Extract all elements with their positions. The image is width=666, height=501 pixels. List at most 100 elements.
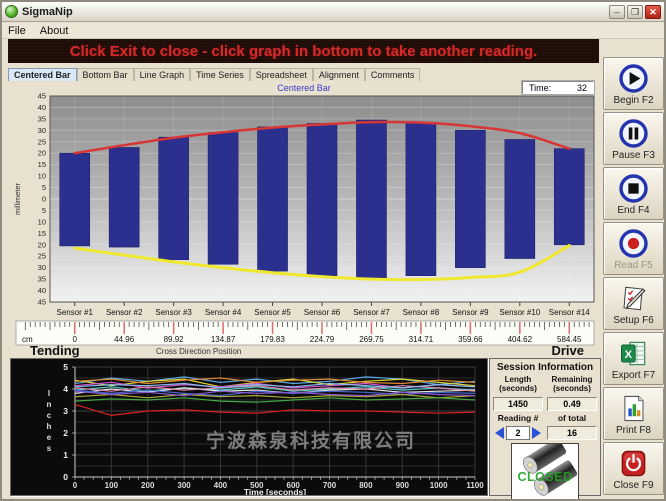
play-icon [618, 61, 649, 95]
drive-side-label: Drive [551, 343, 584, 358]
restore-button-icon[interactable]: ❐ [627, 5, 643, 19]
export-button-label: Export F7 [612, 370, 655, 381]
tab-bottom-bar[interactable]: Bottom Bar [77, 68, 134, 81]
sidebar: Begin F2 Pause F3 End F4 Read F5 Setup F6 X Ex… [603, 57, 664, 495]
trend-chart[interactable]: 0100200300400500600700800900100011000123… [10, 358, 488, 496]
svg-text:Sensor #1: Sensor #1 [56, 308, 93, 317]
svg-text:25: 25 [38, 252, 46, 261]
length-value: 1450 [493, 397, 543, 411]
svg-text:10: 10 [38, 172, 46, 181]
bar-sensor-1 [60, 153, 90, 246]
svg-text:20: 20 [38, 149, 46, 158]
reading-value[interactable]: 2 [506, 426, 530, 440]
bar-sensor-14 [554, 149, 584, 245]
bar-chart-title: Centered Bar [8, 83, 600, 93]
reading-label: Reading # [493, 413, 543, 423]
svg-text:35: 35 [38, 275, 46, 284]
message-banner: Click Exit to close - click graph in bot… [8, 39, 599, 63]
print-button[interactable]: Print F8 [603, 387, 664, 440]
svg-text:Sensor #9: Sensor #9 [452, 308, 489, 317]
svg-text:30: 30 [38, 263, 46, 272]
minimize-button-icon[interactable]: – [609, 5, 625, 19]
setup-button[interactable]: Setup F6 [603, 277, 664, 330]
svg-text:4: 4 [63, 384, 68, 394]
tab-time-series[interactable]: Time Series [190, 68, 250, 81]
title-bar: SigmaNip – ❐ ✕ [2, 2, 664, 22]
svg-text:200: 200 [141, 481, 155, 490]
svg-text:40: 40 [38, 286, 46, 295]
svg-text:5: 5 [42, 183, 46, 192]
begin-button[interactable]: Begin F2 [603, 57, 664, 110]
svg-text:Sensor #14: Sensor #14 [549, 308, 590, 317]
cross-direction-caption: Cross Direction Position [156, 347, 241, 356]
banner-text: Click Exit to close - click graph in bot… [70, 43, 538, 60]
centered-bar-panel: 45403530252015105051015202530354045milli… [8, 81, 600, 358]
setup-checklist-icon [618, 281, 649, 315]
svg-text:700: 700 [323, 481, 337, 490]
svg-text:400: 400 [214, 481, 228, 490]
read-button-label: Read F5 [614, 260, 652, 271]
tab-spreadsheet[interactable]: Spreadsheet [250, 68, 313, 81]
bar-sensor-9 [455, 130, 485, 267]
svg-text:179.83: 179.83 [260, 335, 285, 344]
svg-text:Sensor #4: Sensor #4 [205, 308, 242, 317]
remaining-value: 0.49 [547, 397, 597, 411]
menu-bar: File About [2, 23, 664, 39]
export-button[interactable]: X Export F7 [603, 332, 664, 385]
total-value: 16 [547, 426, 597, 440]
svg-text:359.66: 359.66 [458, 335, 483, 344]
svg-text:300: 300 [177, 481, 191, 490]
svg-text:404.62: 404.62 [508, 335, 533, 344]
pause-button[interactable]: Pause F3 [603, 112, 664, 165]
svg-text:c: c [47, 411, 52, 420]
close-button[interactable]: Close F9 [603, 442, 664, 495]
power-icon [618, 446, 649, 480]
stop-icon [618, 171, 649, 205]
read-button[interactable]: Read F5 [603, 222, 664, 275]
svg-text:0: 0 [73, 481, 78, 490]
svg-text:h: h [47, 422, 52, 431]
tab-comments[interactable]: Comments [365, 68, 421, 81]
menu-item-about[interactable]: About [40, 25, 69, 37]
svg-text:45: 45 [38, 298, 46, 307]
svg-text:20: 20 [38, 240, 46, 249]
svg-text:Sensor #10: Sensor #10 [499, 308, 540, 317]
close-button-label: Close F9 [613, 480, 653, 491]
reading-next-icon[interactable] [532, 427, 541, 439]
length-label: Length (seconds) [493, 375, 543, 393]
tab-alignment[interactable]: Alignment [313, 68, 365, 81]
record-icon [618, 226, 649, 260]
menu-item-file[interactable]: File [8, 25, 26, 37]
svg-text:35: 35 [38, 114, 46, 123]
svg-text:5: 5 [63, 362, 68, 372]
session-title: Session Information [493, 362, 597, 373]
reading-previous-icon[interactable] [495, 427, 504, 439]
svg-text:0: 0 [42, 195, 46, 204]
svg-text:3: 3 [63, 406, 68, 416]
svg-text:0: 0 [63, 472, 68, 482]
bar-sensor-3 [159, 137, 189, 259]
pause-icon [618, 116, 649, 150]
svg-text:15: 15 [38, 160, 46, 169]
bar-sensor-4 [208, 133, 238, 265]
end-button-label: End F4 [617, 205, 649, 216]
svg-text:n: n [47, 400, 52, 409]
svg-text:100: 100 [105, 481, 119, 490]
svg-text:25: 25 [38, 137, 46, 146]
time-field[interactable]: Time: 32 [522, 81, 594, 94]
session-panel: Session Information Length (seconds) Rem… [489, 358, 601, 496]
svg-text:s: s [47, 444, 52, 453]
tab-centered-bar[interactable]: Centered Bar [8, 68, 77, 81]
svg-text:Sensor #5: Sensor #5 [254, 308, 291, 317]
nip-status-image: CLOSED [511, 443, 579, 501]
end-button[interactable]: End F4 [603, 167, 664, 220]
svg-text:10: 10 [38, 217, 46, 226]
svg-text:X: X [625, 348, 633, 360]
close-button-icon[interactable]: ✕ [645, 5, 661, 19]
tab-line-graph[interactable]: Line Graph [134, 68, 191, 81]
main-content: Click Exit to close - click graph in bot… [2, 39, 664, 499]
pause-button-label: Pause F3 [612, 150, 655, 161]
svg-text:millimeter: millimeter [13, 182, 22, 215]
bar-sensor-10 [505, 139, 535, 258]
svg-text:15: 15 [38, 229, 46, 238]
